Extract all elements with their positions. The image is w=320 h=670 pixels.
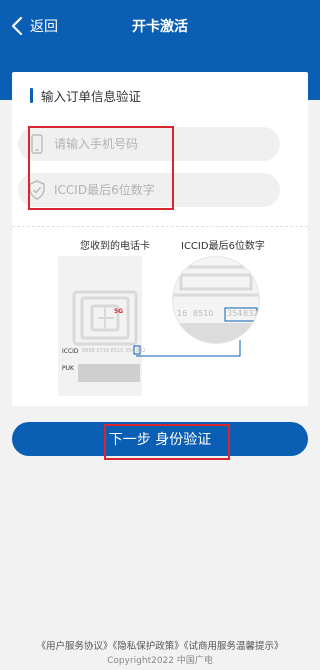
zoom-connector — [136, 340, 241, 357]
puk-label: PUK — [62, 365, 74, 372]
copyright: Copyright2022 中国广电 — [107, 656, 213, 666]
iccid-zoom-digits-3: 354 — [227, 309, 243, 318]
page-title: 开卡激活 — [132, 19, 188, 35]
footer-link-trial-notice[interactable]: 《试商用服务温馨提示》 — [184, 641, 284, 652]
input-highlight-box — [28, 126, 174, 210]
iccid-zoom-graphic — [173, 265, 259, 343]
iccid-label: ICCID — [62, 348, 79, 355]
divider — [12, 226, 308, 227]
footer-links: 《用户服务协议》《隐私保护政策》《试商用服务温馨提示》 — [0, 638, 320, 652]
section-title-text: 输入订单信息验证 — [41, 89, 142, 104]
sim-card-illustration: 5G ICCID 8956 0719 8510 354 832 PUK — [58, 256, 146, 396]
sim-card-caption: 您收到的电话卡 — [80, 241, 150, 252]
iccid-caption: ICCID最后6位数字 — [181, 241, 265, 252]
footer-link-privacy-policy[interactable]: 《隐私保护政策》 — [112, 641, 183, 652]
sim-logo: 5G — [114, 308, 124, 315]
section-marker — [30, 88, 33, 103]
iccid-zoom-digits-1: 16 — [177, 309, 188, 318]
iccid-zoom-digits-4: 832 — [243, 309, 259, 318]
button-highlight-box — [104, 424, 230, 460]
iccid-zoom-illustration: 16 8510 354 832 — [172, 256, 260, 344]
footer-link-user-agreement[interactable]: 《用户服务协议》 — [36, 641, 112, 652]
section-title: 输入订单信息验证 — [30, 86, 141, 105]
sim-card-graphic — [72, 290, 141, 382]
iccid-zoom-digits-2: 8510 — [193, 309, 214, 318]
